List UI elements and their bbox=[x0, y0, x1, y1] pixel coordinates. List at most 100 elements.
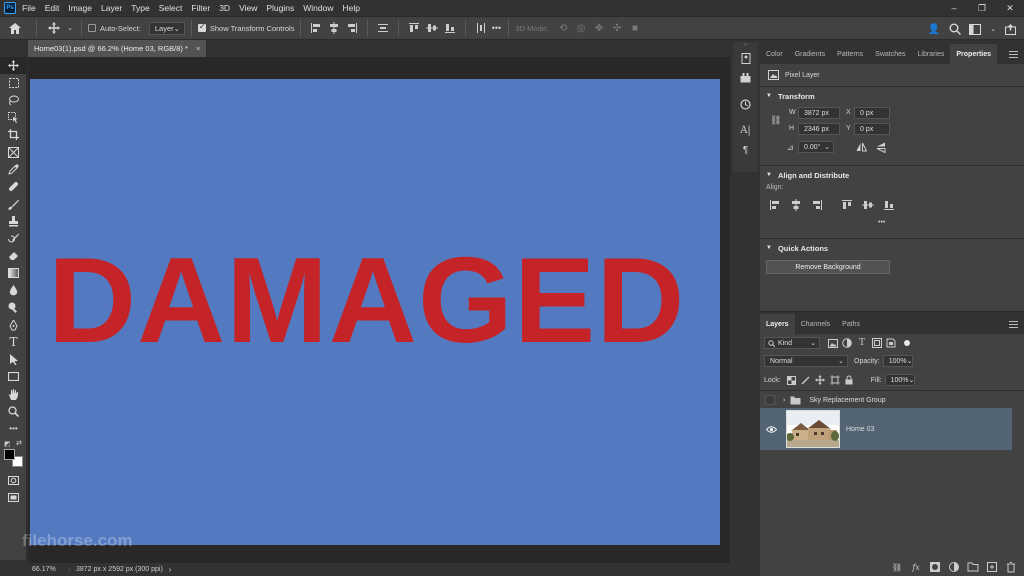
blur-tool[interactable] bbox=[0, 282, 27, 299]
path-selection-tool[interactable] bbox=[0, 351, 27, 368]
menu-window[interactable]: Window bbox=[303, 3, 333, 13]
history-brush-tool[interactable] bbox=[0, 230, 27, 247]
y-field[interactable]: 0 px bbox=[854, 123, 890, 135]
tab-color[interactable]: Color bbox=[760, 44, 789, 64]
chevron-right-icon[interactable]: › bbox=[169, 565, 172, 574]
visibility-toggle-empty[interactable] bbox=[765, 395, 775, 405]
filter-type-icon[interactable]: T bbox=[856, 337, 868, 349]
tab-swatches[interactable]: Swatches bbox=[869, 44, 911, 64]
3d-roll-icon[interactable]: ◎ bbox=[572, 19, 590, 37]
lasso-tool[interactable] bbox=[0, 92, 27, 109]
filter-adjustment-icon[interactable] bbox=[842, 338, 852, 348]
workspace-icon[interactable] bbox=[969, 23, 981, 35]
filter-pixel-icon[interactable] bbox=[828, 338, 838, 348]
lock-transparent-pixels-icon[interactable] bbox=[786, 375, 796, 385]
layer-row-selected[interactable]: Home 03 bbox=[760, 408, 1012, 450]
more-options-icon[interactable]: ••• bbox=[878, 219, 885, 226]
layer-row[interactable]: › Sky Replacement Group bbox=[760, 392, 1024, 408]
lock-image-pixels-icon[interactable] bbox=[801, 376, 810, 385]
eye-icon[interactable] bbox=[766, 425, 777, 433]
distribute-horizontally-icon[interactable] bbox=[474, 21, 488, 35]
align-vertical-centers-icon[interactable] bbox=[861, 198, 875, 212]
lock-position-icon[interactable] bbox=[814, 375, 825, 385]
object-selection-tool[interactable] bbox=[0, 109, 27, 126]
minimize-button[interactable]: – bbox=[940, 0, 968, 16]
hand-tool[interactable] bbox=[0, 386, 27, 403]
align-vertical-centers-icon[interactable] bbox=[425, 21, 439, 35]
align-left-edges-icon[interactable] bbox=[768, 198, 782, 212]
tab-layers[interactable]: Layers bbox=[760, 314, 795, 334]
pen-tool[interactable] bbox=[0, 316, 27, 333]
menu-edit[interactable]: Edit bbox=[45, 3, 60, 13]
auto-select-checkbox[interactable]: Auto-Select: bbox=[88, 24, 141, 33]
menu-plugins[interactable]: Plugins bbox=[266, 3, 294, 13]
layer-filter-kind-dropdown[interactable]: Kind ⌄ bbox=[764, 337, 820, 349]
document-info[interactable]: 3872 px x 2592 px (300 ppi) bbox=[70, 566, 163, 573]
delete-layer-icon[interactable] bbox=[1002, 561, 1020, 573]
account-icon[interactable]: 👤 bbox=[927, 20, 941, 38]
menu-type[interactable]: Type bbox=[131, 3, 149, 13]
rectangle-tool[interactable] bbox=[0, 368, 27, 385]
chevron-down-icon[interactable]: ⌄ bbox=[65, 19, 75, 37]
auto-select-target-dropdown[interactable]: Layer ⌄ bbox=[148, 21, 185, 35]
eyedropper-tool[interactable] bbox=[0, 161, 27, 178]
move-tool-preset-button[interactable] bbox=[43, 19, 65, 37]
align-top-edges-icon[interactable] bbox=[840, 198, 854, 212]
home-button[interactable] bbox=[0, 19, 30, 37]
plugins-panel-button[interactable] bbox=[733, 68, 758, 88]
chevron-down-icon[interactable]: ⌄ bbox=[989, 20, 997, 38]
link-layers-icon[interactable]: ⛓ bbox=[888, 561, 906, 573]
menu-layer[interactable]: Layer bbox=[101, 3, 122, 13]
x-field[interactable]: 0 px bbox=[854, 107, 890, 119]
3d-pan-icon[interactable]: ✥ bbox=[590, 19, 608, 37]
new-layer-icon[interactable] bbox=[983, 561, 1001, 573]
flip-vertical-icon[interactable] bbox=[876, 142, 886, 153]
fill-field[interactable]: 100% ⌄ bbox=[884, 374, 915, 386]
character-panel-button[interactable]: A| bbox=[733, 120, 758, 140]
move-tool[interactable] bbox=[0, 57, 27, 75]
align-horizontal-centers-icon[interactable] bbox=[327, 21, 341, 35]
align-distribute-section-header[interactable]: ▼ Align and Distribute bbox=[760, 166, 1024, 184]
align-right-edges-icon[interactable] bbox=[345, 21, 359, 35]
align-right-edges-icon[interactable] bbox=[810, 198, 824, 212]
height-field[interactable]: 2346 px bbox=[798, 123, 840, 135]
type-tool[interactable]: T bbox=[0, 334, 27, 351]
3d-slide-icon[interactable]: ✣ bbox=[608, 19, 626, 37]
tab-properties[interactable]: Properties bbox=[950, 44, 998, 64]
remove-background-button[interactable]: Remove Background bbox=[766, 260, 890, 274]
flip-horizontal-icon[interactable] bbox=[856, 142, 867, 152]
healing-brush-tool[interactable] bbox=[0, 178, 27, 195]
link-icon[interactable]: ⛓ bbox=[770, 115, 781, 126]
menu-filter[interactable]: Filter bbox=[191, 3, 210, 13]
share-icon[interactable] bbox=[1005, 23, 1016, 35]
zoom-tool[interactable] bbox=[0, 403, 27, 420]
restore-button[interactable]: ❐ bbox=[968, 0, 996, 16]
frame-tool[interactable] bbox=[0, 143, 27, 160]
lock-artboard-icon[interactable] bbox=[829, 375, 840, 385]
tab-libraries[interactable]: Libraries bbox=[912, 44, 951, 64]
filter-smart-object-icon[interactable] bbox=[886, 338, 896, 348]
menu-3d[interactable]: 3D bbox=[219, 3, 230, 13]
edit-toolbar-button[interactable]: ••• bbox=[0, 420, 27, 437]
quick-actions-section-header[interactable]: ▼ Quick Actions bbox=[760, 239, 1024, 257]
search-icon[interactable] bbox=[949, 23, 961, 35]
align-bottom-edges-icon[interactable] bbox=[882, 198, 896, 212]
foreground-color-swatch[interactable] bbox=[4, 448, 15, 460]
align-bottom-edges-icon[interactable] bbox=[443, 21, 457, 35]
align-top-edges-icon[interactable] bbox=[407, 21, 421, 35]
marquee-tool[interactable] bbox=[0, 74, 27, 91]
gradient-tool[interactable] bbox=[0, 265, 27, 282]
opacity-field[interactable]: 100% ⌄ bbox=[882, 355, 913, 367]
brush-tool[interactable] bbox=[0, 195, 27, 212]
menu-file[interactable]: File bbox=[22, 3, 36, 13]
width-field[interactable]: 3872 px bbox=[798, 107, 840, 119]
document-canvas[interactable]: DAMAGED bbox=[30, 79, 720, 545]
adjustment-layer-icon[interactable] bbox=[945, 561, 963, 573]
quick-mask-button[interactable] bbox=[0, 472, 27, 489]
zoom-level[interactable]: 66.17% bbox=[28, 566, 70, 573]
layer-effects-icon[interactable]: fx bbox=[907, 561, 925, 573]
panel-menu-icon[interactable] bbox=[1009, 314, 1018, 334]
menu-image[interactable]: Image bbox=[68, 3, 92, 13]
photoshop-logo-icon[interactable]: Ps bbox=[4, 2, 16, 14]
clone-stamp-tool[interactable] bbox=[0, 213, 27, 230]
